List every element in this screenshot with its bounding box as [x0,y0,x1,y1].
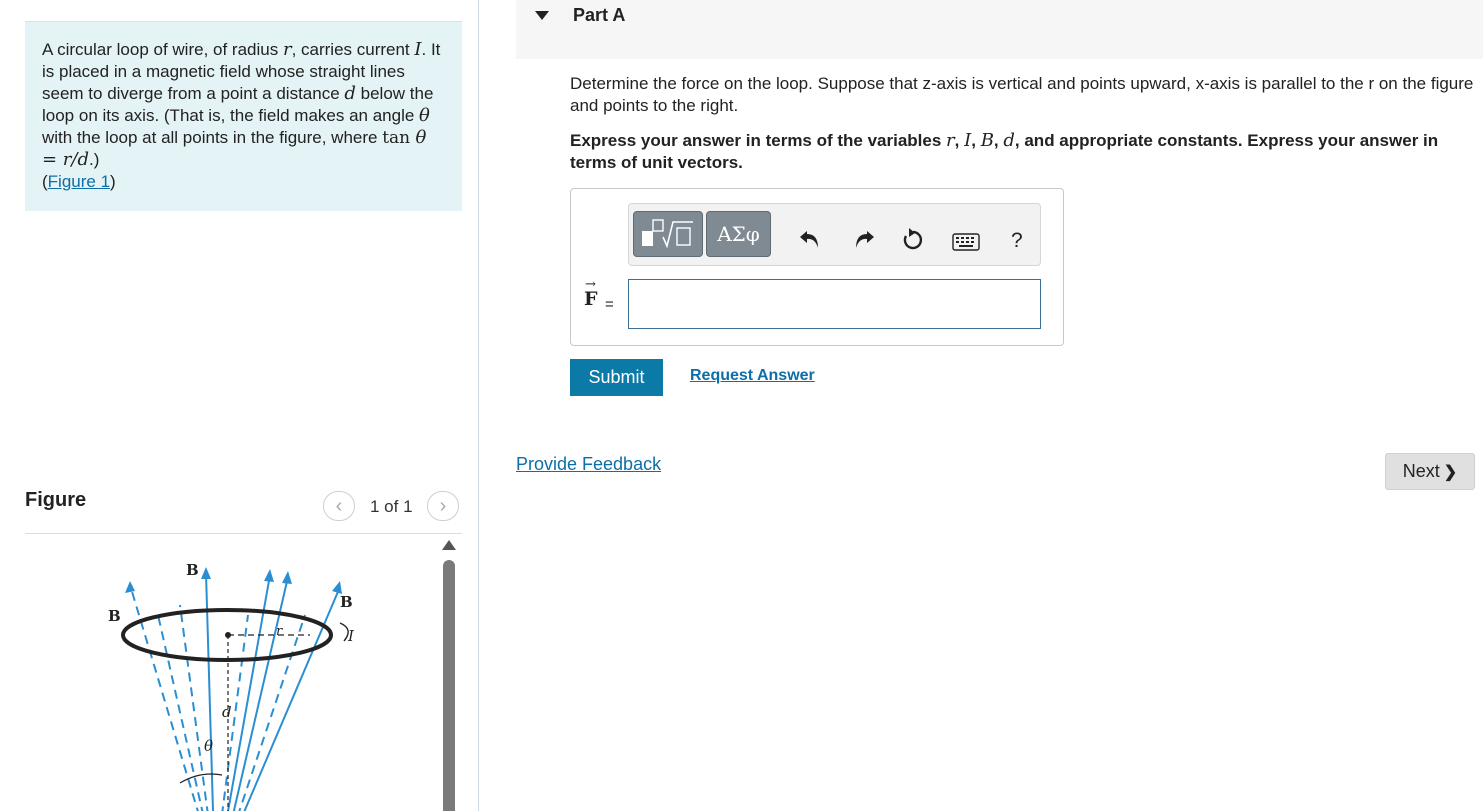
figure-label-B-left: B [108,607,121,625]
problem-text-1: A circular loop of wire, of radius [42,40,283,59]
vector-arrow-icon: → [585,277,596,292]
help-icon[interactable]: ? [1011,229,1023,253]
provide-feedback-link[interactable]: Provide Feedback [516,454,661,475]
figure-scroll-up-arrow[interactable] [442,540,456,550]
answer-instructions: Express your answer in terms of the vari… [570,130,1480,174]
instructions-text-1: Express your answer in terms of the vari… [570,131,947,150]
request-answer-link[interactable]: Request Answer [690,367,815,385]
chevron-left-icon: ‹ [335,494,343,517]
figure-next-button[interactable]: › [427,491,459,521]
magnetic-loop-figure: B B B I r d θ [108,561,355,811]
figure-label-d: d [222,703,232,721]
instructions-var-r: r [946,130,955,151]
figure-pager-text: 1 of 1 [370,497,413,516]
problem-text-2: , carries current [291,40,415,59]
next-button[interactable]: Next ❯ [1385,453,1475,490]
var-theta: θ [419,105,430,126]
figure-label-r: r [276,624,283,639]
problem-text-5: with the loop at all points in the figur… [42,128,383,147]
figure-link-close: ) [110,172,116,191]
panel-divider [478,0,479,811]
submit-button[interactable]: Submit [570,359,663,396]
caret-down-icon[interactable] [535,11,549,20]
figure-label-theta: θ [204,737,213,755]
chevron-right-icon: ❯ [1443,463,1458,481]
keyboard-icon[interactable] [952,233,980,251]
instructions-sep-3: , [993,131,1004,150]
answer-input[interactable] [628,279,1041,329]
templates-button[interactable] [633,211,703,257]
redo-icon[interactable] [852,228,876,250]
question-text: Determine the force on the loop. Suppose… [570,74,1474,115]
reset-icon[interactable] [901,228,925,252]
problem-statement: A circular loop of wire, of radius r, ca… [25,21,462,211]
figure-label-I: I [347,627,355,645]
next-button-label: Next [1402,461,1440,481]
equals-sign: = [605,296,614,313]
instructions-sep-1: , [954,131,965,150]
problem-text-6: .) [89,150,100,169]
figure-prev-button[interactable]: ‹ [323,491,355,521]
figure-label-B-right: B [340,593,353,611]
tan-function: tan [382,128,416,148]
figure-1-link[interactable]: Figure 1 [48,172,110,191]
chevron-right-icon: › [439,494,447,517]
instructions-sep-2: , [971,131,981,150]
part-title: Part A [573,5,626,25]
undo-icon[interactable] [798,228,822,250]
figure-label-B-top: B [186,561,199,579]
instructions-var-d: d [1003,130,1015,151]
figure-heading: Figure [25,489,87,511]
templates-icon [642,219,693,249]
greek-symbols-button[interactable]: ΑΣφ [706,211,771,257]
answer-variable-label: → F [584,277,598,310]
part-a-header[interactable] [516,0,1483,59]
instructions-var-B: B [980,130,994,151]
figure-divider [25,533,462,534]
var-I: I [414,39,422,60]
var-r: r [282,39,292,60]
figure-scrollbar-thumb[interactable] [443,560,455,811]
var-d: d [344,83,356,104]
